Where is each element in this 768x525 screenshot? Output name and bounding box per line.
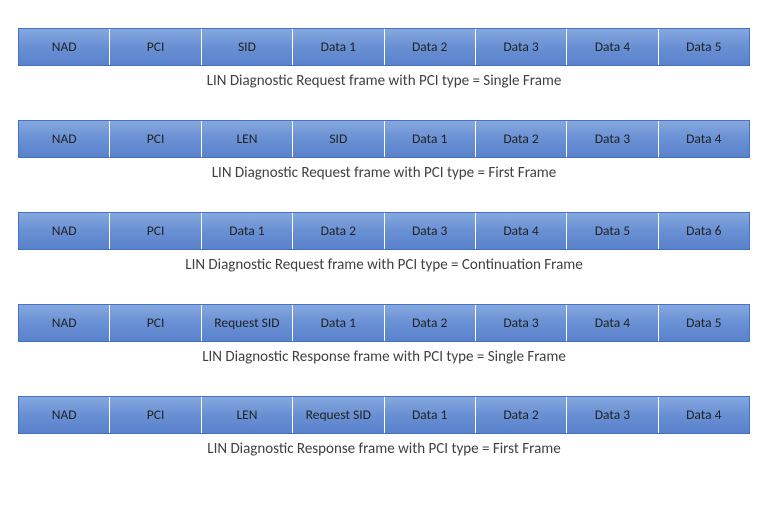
frame-cell: Request SID — [202, 305, 293, 341]
frame-row: NAD PCI Data 1 Data 2 Data 3 Data 4 Data… — [18, 212, 750, 250]
frame-block-1: NAD PCI LEN SID Data 1 Data 2 Data 3 Dat… — [18, 120, 750, 182]
frame-cell: Data 4 — [659, 397, 749, 433]
frame-cell: NAD — [19, 29, 110, 65]
frame-cell: Data 3 — [567, 397, 658, 433]
frame-cell: Data 4 — [659, 121, 749, 157]
frame-cell: Data 4 — [476, 213, 567, 249]
frame-cell: NAD — [19, 397, 110, 433]
frame-caption: LIN Diagnostic Request frame with PCI ty… — [18, 164, 750, 182]
frame-cell: PCI — [110, 305, 201, 341]
frame-row: NAD PCI LEN SID Data 1 Data 2 Data 3 Dat… — [18, 120, 750, 158]
frame-caption: LIN Diagnostic Request frame with PCI ty… — [18, 72, 750, 90]
frame-cell: NAD — [19, 121, 110, 157]
frame-block-3: NAD PCI Request SID Data 1 Data 2 Data 3… — [18, 304, 750, 366]
frame-row: NAD PCI Request SID Data 1 Data 2 Data 3… — [18, 304, 750, 342]
frame-caption: LIN Diagnostic Response frame with PCI t… — [18, 348, 750, 366]
frame-cell: Data 5 — [659, 29, 749, 65]
frame-cell: LEN — [202, 121, 293, 157]
frame-row: NAD PCI LEN Request SID Data 1 Data 2 Da… — [18, 396, 750, 434]
frame-cell: Data 2 — [476, 397, 567, 433]
frame-cell: Data 6 — [659, 213, 749, 249]
frame-cell: Data 4 — [567, 29, 658, 65]
frame-cell: NAD — [19, 213, 110, 249]
frame-cell: Request SID — [293, 397, 384, 433]
frame-cell: Data 3 — [476, 305, 567, 341]
frame-cell: Data 2 — [293, 213, 384, 249]
frame-caption: LIN Diagnostic Response frame with PCI t… — [18, 440, 750, 458]
frame-cell: Data 5 — [567, 213, 658, 249]
frame-cell: Data 4 — [567, 305, 658, 341]
frame-cell: Data 5 — [659, 305, 749, 341]
frame-block-2: NAD PCI Data 1 Data 2 Data 3 Data 4 Data… — [18, 212, 750, 274]
frame-cell: Data 2 — [385, 305, 476, 341]
frame-block-0: NAD PCI SID Data 1 Data 2 Data 3 Data 4 … — [18, 28, 750, 90]
frame-cell: PCI — [110, 29, 201, 65]
frame-cell: Data 3 — [385, 213, 476, 249]
frame-cell: Data 1 — [385, 121, 476, 157]
diagram-canvas: NAD PCI SID Data 1 Data 2 Data 3 Data 4 … — [0, 0, 768, 458]
frame-cell: PCI — [110, 121, 201, 157]
frame-cell: Data 1 — [293, 29, 384, 65]
frame-cell: PCI — [110, 213, 201, 249]
frame-cell: PCI — [110, 397, 201, 433]
frame-cell: SID — [202, 29, 293, 65]
frame-cell: Data 2 — [476, 121, 567, 157]
frame-cell: NAD — [19, 305, 110, 341]
frame-row: NAD PCI SID Data 1 Data 2 Data 3 Data 4 … — [18, 28, 750, 66]
frame-cell: Data 1 — [293, 305, 384, 341]
frame-cell: Data 1 — [385, 397, 476, 433]
frame-block-4: NAD PCI LEN Request SID Data 1 Data 2 Da… — [18, 396, 750, 458]
frame-caption: LIN Diagnostic Request frame with PCI ty… — [18, 256, 750, 274]
frame-cell: Data 3 — [476, 29, 567, 65]
frame-cell: Data 2 — [385, 29, 476, 65]
frame-cell: SID — [293, 121, 384, 157]
frame-cell: Data 1 — [202, 213, 293, 249]
frame-cell: LEN — [202, 397, 293, 433]
frame-cell: Data 3 — [567, 121, 658, 157]
